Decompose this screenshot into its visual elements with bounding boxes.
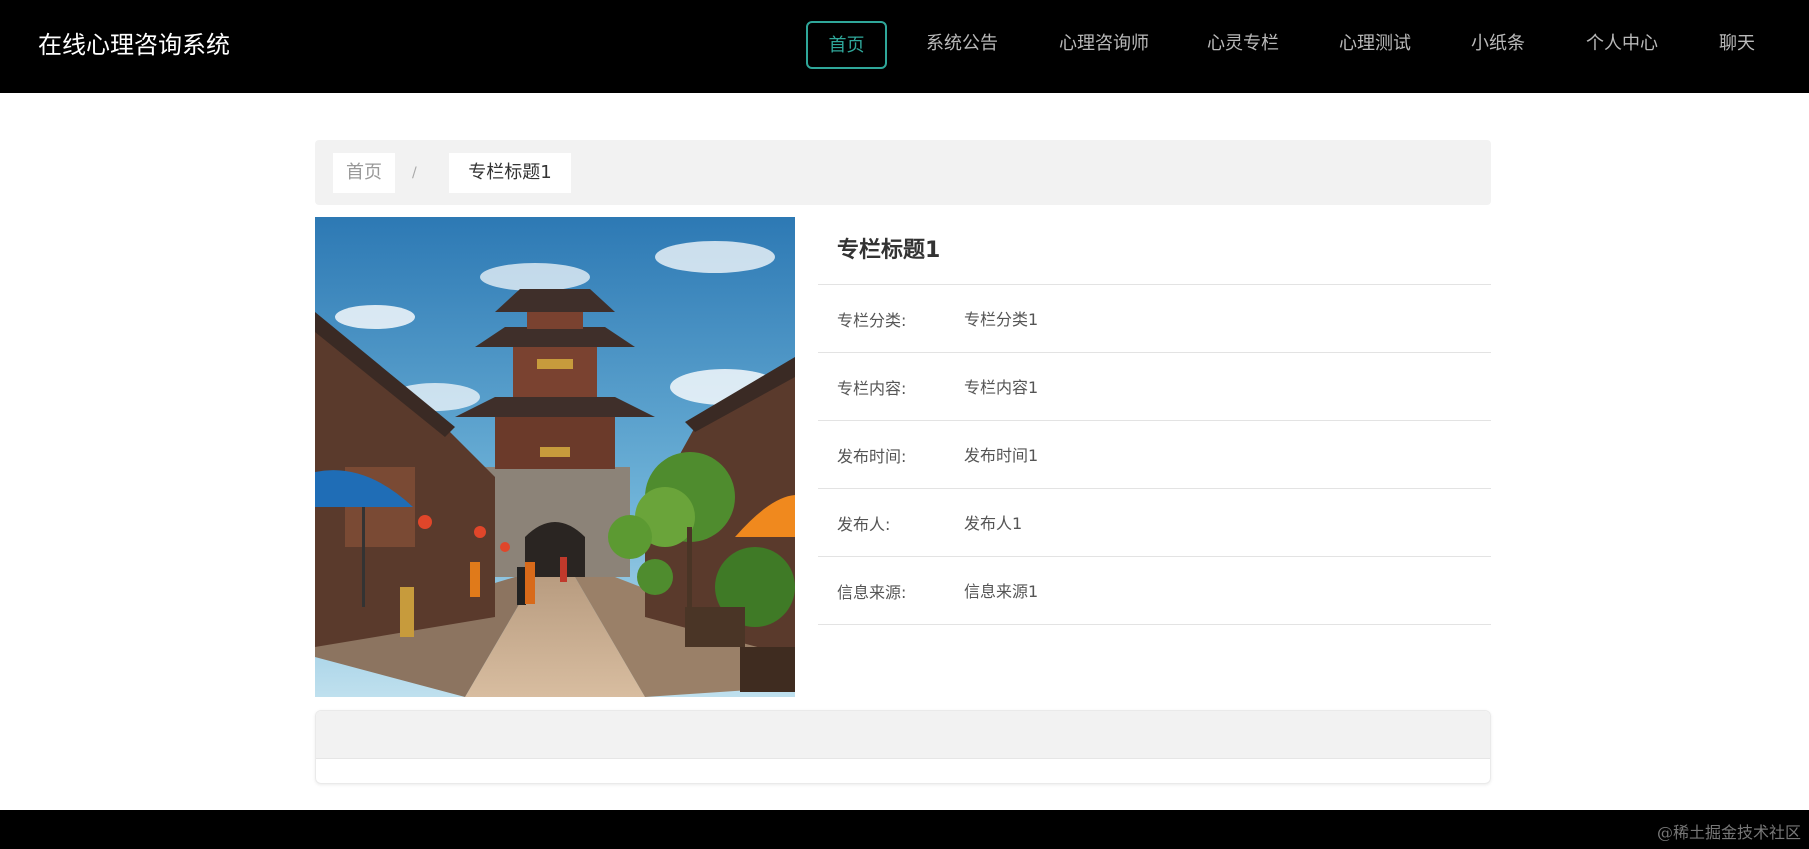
nav-notes[interactable]: 小纸条 bbox=[1463, 21, 1533, 69]
breadcrumb-current: 专栏标题1 bbox=[449, 153, 571, 193]
detail-title: 专栏标题1 bbox=[818, 217, 1491, 285]
detail-row-publisher: 发布人: 发布人1 bbox=[818, 489, 1491, 557]
category-label: 专栏分类: bbox=[837, 311, 907, 330]
comment-panel bbox=[315, 710, 1491, 784]
main-nav: 首页 系统公告 心理咨询师 心灵专栏 心理测试 小纸条 个人中心 聊天 bbox=[0, 0, 1809, 93]
detail-row-content: 专栏内容: 专栏内容1 bbox=[818, 353, 1491, 421]
breadcrumb-separator: / bbox=[412, 165, 417, 181]
publish-time-value: 发布时间1 bbox=[964, 446, 1039, 465]
detail-row-category: 专栏分类: 专栏分类1 bbox=[818, 285, 1491, 353]
nav-announcements[interactable]: 系统公告 bbox=[915, 21, 1009, 69]
publisher-value: 发布人1 bbox=[964, 514, 1023, 533]
top-navbar: 在线心理咨询系统 首页 系统公告 心理咨询师 心灵专栏 心理测试 小纸条 个人中… bbox=[0, 0, 1809, 93]
nav-psych-test[interactable]: 心理测试 bbox=[1328, 21, 1422, 69]
publisher-label: 发布人: bbox=[837, 515, 891, 534]
column-cover-image bbox=[315, 217, 795, 697]
comment-panel-header bbox=[316, 711, 1490, 759]
breadcrumb: 首页 / 专栏标题1 bbox=[315, 140, 1491, 205]
nav-chat[interactable]: 聊天 bbox=[1711, 21, 1763, 69]
category-value: 专栏分类1 bbox=[964, 310, 1039, 329]
content-label: 专栏内容: bbox=[837, 379, 907, 398]
nav-home[interactable]: 首页 bbox=[806, 21, 887, 69]
source-label: 信息来源: bbox=[837, 583, 907, 602]
detail-row-publish-time: 发布时间: 发布时间1 bbox=[818, 421, 1491, 489]
nav-personal-center[interactable]: 个人中心 bbox=[1575, 21, 1669, 69]
publish-time-label: 发布时间: bbox=[837, 447, 907, 466]
nav-counselors[interactable]: 心理咨询师 bbox=[1049, 21, 1159, 69]
column-detail: 专栏标题1 专栏分类: 专栏分类1 专栏内容: 专栏内容1 发布时间: 发布时间… bbox=[818, 217, 1491, 625]
source-value: 信息来源1 bbox=[964, 582, 1039, 601]
nav-soul-column[interactable]: 心灵专栏 bbox=[1196, 21, 1290, 69]
detail-row-source: 信息来源: 信息来源1 bbox=[818, 557, 1491, 625]
footer: @稀土掘金技术社区 bbox=[0, 810, 1809, 849]
watermark: @稀土掘金技术社区 bbox=[1656, 823, 1801, 842]
content-value: 专栏内容1 bbox=[964, 378, 1039, 397]
breadcrumb-home[interactable]: 首页 bbox=[333, 153, 395, 193]
